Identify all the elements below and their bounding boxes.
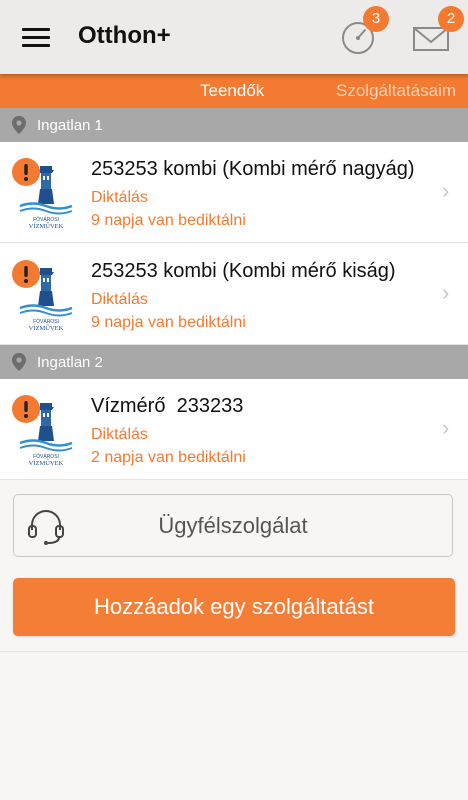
chevron-right-icon: ›	[442, 178, 450, 203]
divider	[0, 651, 468, 652]
section-label: Ingatlan 1	[37, 117, 103, 134]
list-item[interactable]: FŐVÁROSI VÍZMŰVEK 253253 kombi (Kombi mé…	[0, 244, 468, 345]
alert-icon	[12, 395, 40, 423]
messages-badge: 2	[438, 6, 464, 32]
chevron-right-icon: ›	[442, 415, 450, 440]
add-service-label: Hozzáadok egy szolgáltatást	[93, 594, 375, 619]
days-remaining: 2 napja van bediktálni	[91, 449, 246, 466]
logo-line-2: VÍZMŰVEK	[29, 222, 64, 230]
task-type: Diktálás	[91, 189, 148, 206]
alert-icon	[12, 158, 40, 186]
chevron-right-icon: ›	[442, 280, 450, 305]
notifications-badge: 3	[363, 6, 389, 32]
list-item[interactable]: FŐVÁROSI VÍZMŰVEK 253253 kombi (Kombi mé…	[0, 142, 468, 243]
logo-line-1: FŐVÁROSI	[33, 453, 59, 460]
meter-title: 253253 kombi (Kombi mérő kiság)	[91, 260, 396, 282]
hamburger-menu-icon	[22, 28, 50, 31]
app-title: Otthon+	[78, 22, 171, 49]
logo-line-2: VÍZMŰVEK	[29, 324, 64, 332]
logo-line-1: FŐVÁROSI	[33, 216, 59, 223]
logo-line-2: VÍZMŰVEK	[29, 459, 64, 467]
location-pin-icon	[12, 353, 26, 371]
menu-button[interactable]	[22, 26, 50, 48]
task-type: Diktálás	[91, 291, 148, 308]
add-service-button[interactable]: Hozzáadok egy szolgáltatást	[13, 578, 455, 636]
customer-service-label: Ügyfélszolgálat	[158, 513, 308, 538]
alert-icon	[12, 260, 40, 288]
section-label: Ingatlan 2	[37, 354, 103, 371]
tab-bar: Teendők Szolgáltatásaim	[0, 74, 468, 108]
tab-szolgaltatasaim[interactable]: Szolgáltatásaim	[336, 81, 456, 101]
logo-line-1: FŐVÁROSI	[33, 318, 59, 325]
meter-title: 253253 kombi (Kombi mérő nagyág)	[91, 158, 415, 180]
days-remaining: 9 napja van bediktálni	[91, 314, 246, 331]
customer-service-button[interactable]: Ügyfélszolgálat	[13, 494, 453, 557]
list-item[interactable]: FŐVÁROSI VÍZMŰVEK Vízmérő 233233 Diktálá…	[0, 379, 468, 480]
meter-title: Vízmérő 233233	[91, 395, 244, 417]
app-bar: Otthon+ 3 2	[0, 0, 468, 74]
section-header-ingatlan-2: Ingatlan 2	[0, 345, 468, 379]
task-type: Diktálás	[91, 426, 148, 443]
section-header-ingatlan-1: Ingatlan 1	[0, 108, 468, 142]
days-remaining: 9 napja van bediktálni	[91, 212, 246, 229]
tab-teendok[interactable]: Teendők	[200, 81, 264, 101]
location-pin-icon	[12, 116, 26, 134]
